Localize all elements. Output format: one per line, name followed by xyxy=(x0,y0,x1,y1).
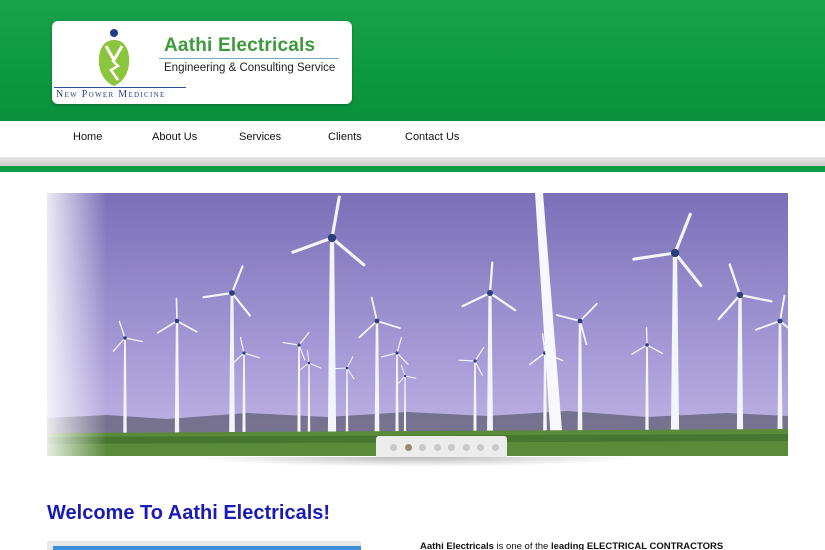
turbine-hub xyxy=(577,318,583,324)
turbine-hub xyxy=(486,289,494,297)
turbine-blade xyxy=(333,367,348,370)
slider-dot[interactable] xyxy=(448,444,455,451)
turbine-blade xyxy=(175,297,178,322)
turbine-hub xyxy=(242,351,246,355)
turbine-hub xyxy=(307,361,311,365)
turbine-hub xyxy=(670,248,680,258)
slider-dot[interactable] xyxy=(462,444,470,451)
slider-pagination xyxy=(376,436,507,457)
brand-subtitle: Engineering & Consulting Service xyxy=(164,62,336,74)
nav-home[interactable]: Home xyxy=(73,121,102,157)
image-slider[interactable] xyxy=(47,193,788,456)
site-header: Aathi Electricals Engineering & Consulti… xyxy=(0,0,825,121)
nav-clients[interactable]: Clients xyxy=(328,121,362,157)
content-image-top xyxy=(53,546,361,550)
intro-paragraph: Aathi Electricals is one of the leading … xyxy=(420,542,766,550)
slider-dot[interactable] xyxy=(477,444,484,451)
intro-text: is one of the xyxy=(493,542,551,550)
welcome-heading: Welcome To Aathi Electricals! xyxy=(47,502,331,524)
slider-dot[interactable] xyxy=(433,444,441,451)
nav-contact-us[interactable]: Contact Us xyxy=(405,121,459,157)
slider-dot[interactable] xyxy=(404,444,412,451)
brand-tagline: New Power Medicine xyxy=(54,87,186,102)
logo-icon xyxy=(98,29,130,86)
wind-turbines-image xyxy=(47,193,788,456)
turbine-blade xyxy=(458,359,476,362)
turbine-hub xyxy=(229,290,235,296)
turbine-hub xyxy=(736,291,744,299)
turbine-hub xyxy=(777,318,783,324)
brand-divider xyxy=(159,58,339,59)
content-image xyxy=(47,541,361,550)
turbine-hub xyxy=(174,318,180,324)
intro-company-name: Aathi Electricals xyxy=(420,542,494,550)
slider-dot[interactable] xyxy=(491,444,499,451)
turbine-hub xyxy=(345,366,349,370)
turbine-hub xyxy=(403,374,407,378)
slider-shadow xyxy=(190,457,640,467)
nav-accent-bar xyxy=(0,166,825,172)
turbine-hub xyxy=(327,233,337,243)
turbine-hub xyxy=(473,359,477,363)
slider-dot[interactable] xyxy=(419,444,426,451)
intro-highlight: leading ELECTRICAL CONTRACTORS xyxy=(550,542,724,550)
brand-name: Aathi Electricals xyxy=(164,35,316,56)
turbine-hub xyxy=(374,318,380,324)
slider-dot[interactable] xyxy=(390,444,397,451)
nav-about-us[interactable]: About Us xyxy=(152,121,197,157)
turbine-hub xyxy=(645,343,649,347)
turbine-hub xyxy=(297,343,301,347)
logo[interactable]: Aathi Electricals Engineering & Consulti… xyxy=(52,21,352,104)
main-nav: Home About Us Services Clients Contact U… xyxy=(0,121,825,157)
nav-divider xyxy=(0,157,825,166)
nav-services[interactable]: Services xyxy=(239,121,281,157)
turbine-hub xyxy=(123,336,127,340)
turbine-hub xyxy=(395,351,399,355)
